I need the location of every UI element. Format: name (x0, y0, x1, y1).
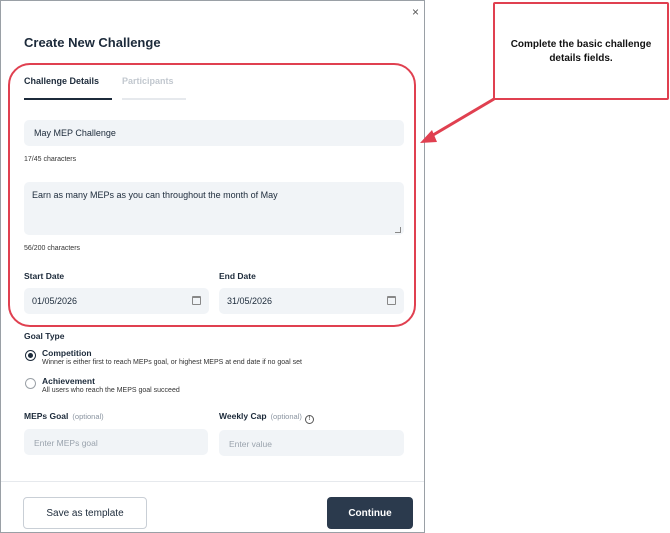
meps-goal-input[interactable]: Enter MEPs goal (24, 429, 208, 455)
save-as-template-button[interactable]: Save as template (23, 497, 147, 529)
meps-goal-label: MEPs Goal (optional) (24, 411, 104, 421)
annotation-highlight (8, 63, 416, 327)
weekly-cap-optional: (optional) (270, 412, 302, 421)
achievement-title: Achievement (42, 376, 95, 386)
competition-title: Competition (42, 348, 92, 358)
info-icon[interactable]: ! (304, 415, 314, 424)
meps-goal-label-text: MEPs Goal (24, 411, 69, 421)
goal-type-label: Goal Type (24, 331, 65, 341)
radio-competition[interactable] (25, 350, 36, 361)
annotation-callout: Complete the basic challenge details fie… (493, 2, 669, 100)
competition-description: Winner is either first to reach MEPs goa… (42, 359, 302, 366)
achievement-description: All users who reach the MEPS goal succee… (42, 387, 180, 394)
close-icon[interactable]: × (412, 6, 419, 18)
weekly-cap-input[interactable]: Enter value (219, 430, 404, 456)
weekly-cap-label-text: Weekly Cap (219, 411, 267, 421)
footer-divider (1, 481, 424, 482)
weekly-cap-label: Weekly Cap (optional)! (219, 411, 314, 424)
dialog-title: Create New Challenge (24, 35, 161, 50)
meps-goal-optional: (optional) (72, 412, 104, 421)
continue-button[interactable]: Continue (327, 497, 413, 529)
radio-achievement[interactable] (25, 378, 36, 389)
